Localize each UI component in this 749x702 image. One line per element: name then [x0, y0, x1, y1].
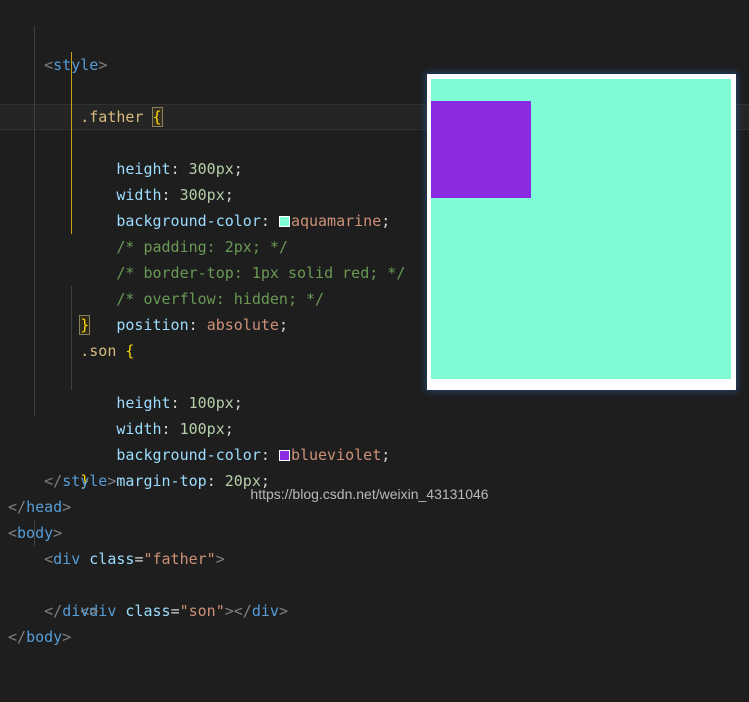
color-swatch-blueviolet-icon[interactable]	[278, 450, 290, 461]
code-line-text: width: 100px;	[0, 416, 749, 442]
attribute-name: class	[89, 550, 135, 568]
semicolon: ;	[224, 186, 234, 204]
attribute-value: "father"	[143, 550, 216, 568]
css-property: background-color	[116, 212, 261, 230]
css-property: background-color	[116, 446, 261, 464]
code-line-text: background-color: blueviolet;	[0, 442, 749, 468]
css-selector: .son	[80, 342, 117, 360]
open-brace: {	[125, 342, 135, 360]
angle-bracket: >	[53, 524, 63, 542]
colon: :	[170, 160, 180, 178]
indent-guide	[34, 130, 35, 156]
colon: :	[170, 394, 180, 412]
indent-guide	[71, 364, 72, 390]
tag-name: body	[17, 524, 54, 542]
css-selector: .father	[80, 108, 144, 126]
bracket-match: }	[79, 315, 91, 335]
active-scope-guide	[71, 78, 72, 104]
preview-father-div	[431, 79, 731, 379]
css-comment: /* padding: 2px; */	[116, 238, 288, 256]
indent-guide	[34, 26, 35, 52]
preview-son-div	[431, 101, 531, 198]
indent-guide	[34, 78, 35, 104]
angle-bracket: </	[8, 628, 27, 646]
angle-bracket: >	[62, 628, 72, 646]
colon: :	[260, 446, 270, 464]
angle-bracket: </	[44, 602, 63, 620]
tag-name: div	[53, 550, 81, 568]
active-scope-guide	[71, 130, 72, 156]
css-value: 100px	[188, 394, 234, 412]
watermark-url: https://blog.csdn.net/weixin_43131046	[250, 486, 489, 502]
css-property: width	[116, 420, 162, 438]
css-value: 300px	[179, 186, 225, 204]
angle-bracket: >	[215, 550, 225, 568]
semicolon: ;	[381, 212, 391, 230]
code-line-text: height: 100px;	[0, 390, 749, 416]
angle-bracket: >	[89, 602, 99, 620]
css-value: 300px	[188, 160, 234, 178]
code-line[interactable]: <style>	[0, 0, 749, 74]
angle-bracket: >	[98, 56, 108, 74]
css-comment: /* overflow: hidden; */	[116, 290, 325, 308]
angle-bracket: <	[44, 56, 54, 74]
tag-name: style	[53, 56, 99, 74]
code-line[interactable]: </body>	[0, 572, 749, 646]
colon: :	[260, 212, 270, 230]
css-comment: /* border-top: 1px solid red; */	[116, 264, 406, 282]
colon: :	[161, 420, 171, 438]
code-line-text: </div>	[0, 598, 749, 624]
semicolon: ;	[233, 160, 243, 178]
semicolon: ;	[233, 394, 243, 412]
bracket-match: {	[151, 107, 163, 127]
css-value: blueviolet	[290, 446, 382, 464]
angle-bracket: <	[44, 550, 54, 568]
colon: :	[161, 186, 171, 204]
code-line-text: </body>	[0, 624, 749, 650]
css-value: 100px	[179, 420, 225, 438]
css-property: width	[116, 186, 162, 204]
semicolon: ;	[381, 446, 391, 464]
indent-guide	[34, 364, 35, 390]
code-line-text: <body>	[0, 520, 749, 546]
tag-name: body	[26, 628, 63, 646]
css-property: height	[116, 394, 171, 412]
color-swatch-aquamarine-icon[interactable]	[278, 216, 290, 227]
equals-sign: =	[134, 550, 144, 568]
browser-preview-panel[interactable]	[427, 74, 736, 390]
code-line-text: <div class="father">	[0, 546, 749, 572]
tag-name: div	[62, 602, 90, 620]
angle-bracket: <	[8, 524, 18, 542]
css-property: height	[116, 160, 171, 178]
semicolon: ;	[224, 420, 234, 438]
code-line[interactable]: .father {	[0, 26, 749, 127]
css-value: aquamarine	[290, 212, 382, 230]
